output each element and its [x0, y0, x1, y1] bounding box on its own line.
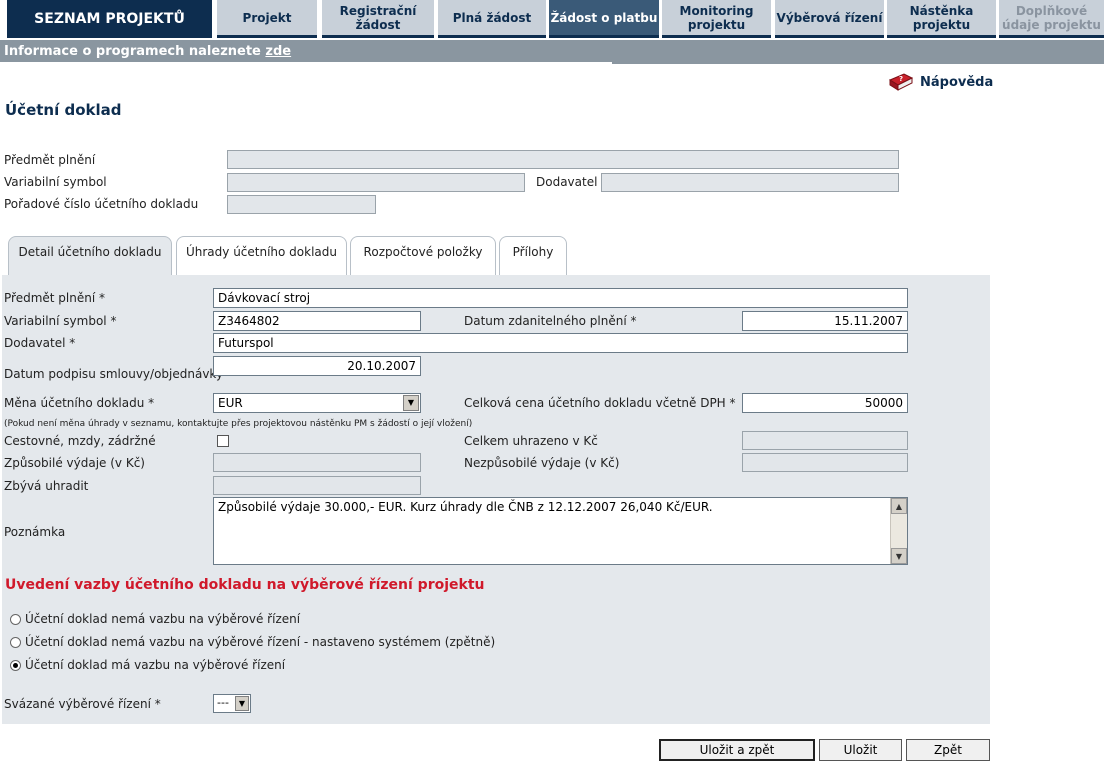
zpusobile-field: [213, 453, 421, 472]
summary-vs-label: Variabilní symbol: [4, 175, 107, 189]
cestovne-checkbox[interactable]: [217, 435, 229, 447]
celkem-uhrazeno-label: Celkem uhrazeno v Kč: [464, 434, 598, 448]
page-title: Účetní doklad: [5, 101, 122, 119]
help-link[interactable]: ? Nápověda: [888, 72, 993, 92]
datum-zdanitelneho-label: Datum zdanitelného plnění *: [464, 314, 637, 328]
tab-projekt[interactable]: Projekt: [217, 0, 317, 38]
svazane-select[interactable]: --- ▼: [213, 694, 251, 713]
vazba-option-2-label: Účetní doklad nemá vazbu na výběrové říz…: [25, 635, 496, 649]
svazane-label: Svázané výběrové řízení *: [4, 697, 161, 711]
poznamka-label: Poznámka: [4, 525, 66, 539]
vazba-option-1-label: Účetní doklad nemá vazbu na výběrové říz…: [25, 612, 301, 626]
celkova-input[interactable]: 50000: [742, 393, 908, 413]
subtab-detail[interactable]: Detail účetního dokladu: [8, 236, 172, 276]
tab-zadost-o-platbu[interactable]: Žádost o platbu: [549, 0, 659, 38]
radio-icon[interactable]: [10, 613, 21, 625]
help-book-icon: ?: [888, 72, 914, 92]
subtab-prilohy[interactable]: Přílohy: [499, 236, 567, 276]
vs-input[interactable]: Z3464802: [213, 311, 421, 331]
info-text: Informace o programech naleznete: [4, 44, 266, 59]
nezpusobile-field: [742, 453, 908, 472]
mena-select[interactable]: EUR ▼: [213, 393, 421, 413]
tab-vyberova-rizeni[interactable]: Výběrová řízení: [775, 0, 884, 38]
poznamka-scrollbar[interactable]: ▲ ▼: [890, 498, 907, 564]
zpusobile-label: Způsobilé výdaje (v Kč): [4, 456, 145, 470]
vazba-option-3-label: Účetní doklad má vazbu na výběrové řízen…: [25, 658, 286, 672]
radio-icon[interactable]: [10, 636, 21, 648]
vazba-option-2[interactable]: Účetní doklad nemá vazbu na výběrové říz…: [10, 635, 495, 649]
project-list-tab[interactable]: SEZNAM PROJEKTŮ: [7, 0, 212, 38]
mena-note: (Pokud není měna úhrady v seznamu, konta…: [4, 419, 473, 429]
tab-plna-zadost[interactable]: Plná žádost: [438, 0, 546, 38]
help-label: Nápověda: [920, 74, 994, 90]
predmet-input[interactable]: Dávkovací stroj: [213, 288, 908, 308]
vs-label: Variabilní symbol *: [4, 314, 117, 328]
chevron-down-icon[interactable]: ▼: [403, 395, 419, 411]
dodavatel-input[interactable]: Futurspol: [213, 333, 908, 353]
scroll-up-icon[interactable]: ▲: [891, 498, 907, 514]
mena-selected: EUR: [218, 396, 243, 410]
poznamka-textarea[interactable]: Způsobilé výdaje 30.000,- EUR. Kurz úhra…: [213, 497, 908, 565]
radio-icon[interactable]: [10, 659, 21, 671]
datum-podpisu-input[interactable]: 20.10.2007: [213, 356, 421, 376]
scroll-down-icon[interactable]: ▼: [891, 548, 907, 564]
cestovne-label: Cestovné, mzdy, zádržné: [4, 434, 156, 448]
back-button[interactable]: Zpět: [906, 739, 990, 761]
tab-monitoring-projektu[interactable]: Monitoring projektu: [662, 0, 771, 38]
subtab-uhrady[interactable]: Úhrady účetního dokladu: [176, 236, 347, 276]
info-bar-strip: [0, 62, 612, 65]
nezpusobile-label: Nezpůsobilé výdaje (v Kč): [464, 456, 620, 470]
summary-dodavatel-label: Dodavatel: [536, 175, 598, 189]
celkem-uhrazeno-field: [742, 431, 908, 450]
mena-label: Měna účetního dokladu *: [4, 396, 155, 410]
save-back-button[interactable]: Uložit a zpět: [659, 739, 815, 761]
celkova-label: Celková cena účetního dokladu včetně DPH…: [464, 396, 736, 410]
top-navigation: SEZNAM PROJEKTŮ Projekt Registrační žádo…: [0, 0, 1104, 40]
tab-registracni-zadost[interactable]: Registrační žádost: [322, 0, 434, 38]
tab-nastenka-projektu[interactable]: Nástěnka projektu: [887, 0, 996, 38]
vazba-section-title: Uvedení vazby účetního dokladu na výběro…: [5, 577, 485, 593]
summary-dodavatel-field: [601, 173, 899, 192]
datum-podpisu-label: Datum podpisu smlouvy/objednávky: [4, 367, 224, 381]
zbyva-field: [213, 476, 421, 495]
summary-poradove-field: [227, 195, 376, 214]
summary-poradove-label: Pořadové číslo účetního dokladu: [4, 197, 199, 211]
summary-predmet-label: Předmět plnění: [4, 153, 96, 167]
dodavatel-label: Dodavatel *: [4, 336, 76, 350]
predmet-label: Předmět plnění *: [4, 291, 105, 305]
svg-text:?: ?: [899, 75, 903, 83]
vazba-option-3[interactable]: Účetní doklad má vazbu na výběrové řízen…: [10, 658, 285, 672]
vazba-option-1[interactable]: Účetní doklad nemá vazbu na výběrové říz…: [10, 612, 300, 626]
summary-predmet-field: [227, 150, 899, 169]
summary-vs-field: [227, 173, 525, 192]
datum-zdanitelneho-input[interactable]: 15.11.2007: [742, 311, 908, 331]
poznamka-text: Způsobilé výdaje 30.000,- EUR. Kurz úhra…: [218, 500, 713, 514]
svazane-selected: ---: [217, 696, 229, 709]
tab-doplnkove-udaje: Doplňkové údaje projektu: [999, 0, 1104, 38]
subtab-rozpoctove[interactable]: Rozpočtové položky: [350, 236, 496, 276]
save-button[interactable]: Uložit: [819, 739, 902, 761]
chevron-down-icon[interactable]: ▼: [235, 696, 249, 711]
info-link[interactable]: zde: [265, 44, 291, 59]
zbyva-label: Zbývá uhradit: [4, 479, 89, 493]
info-bar: Informace o programech naleznete zde: [0, 40, 1104, 64]
